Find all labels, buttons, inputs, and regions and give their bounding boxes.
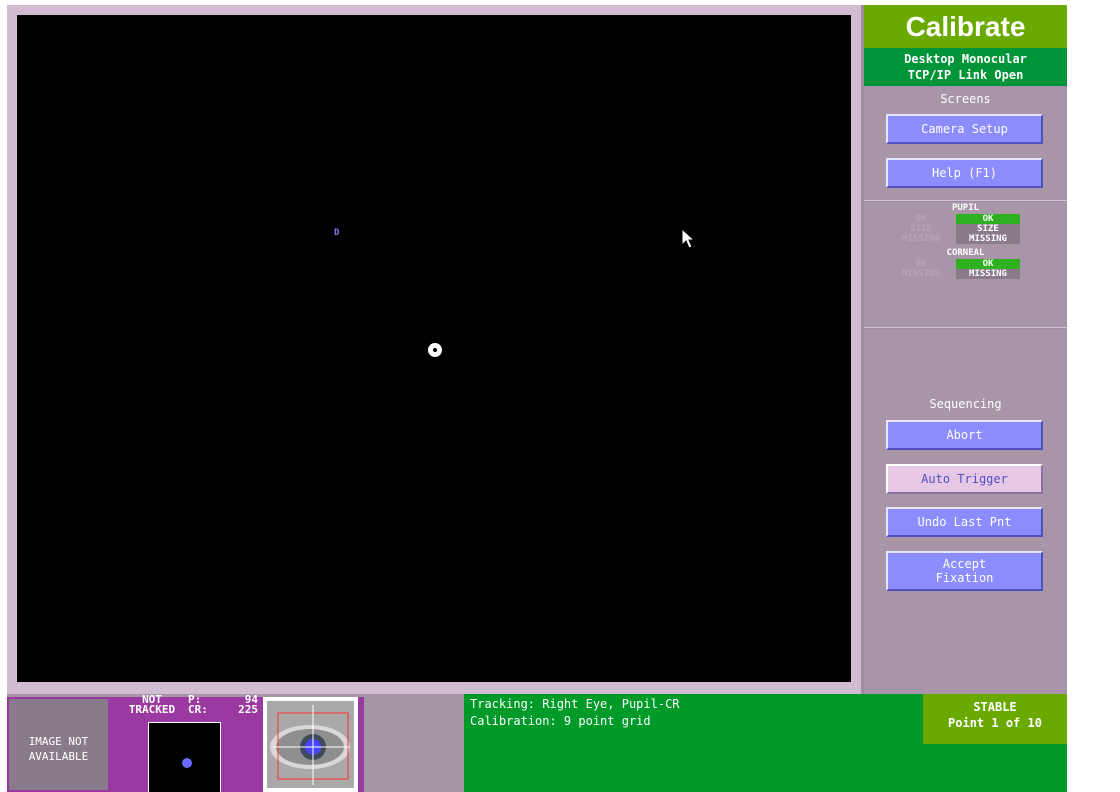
not-tracked-line-2: TRACKED: [128, 703, 176, 716]
pupil-missing-indicator: MISSING: [956, 234, 1020, 244]
corneal-ok-left: OK: [915, 259, 927, 269]
abort-button[interactable]: Abort: [886, 420, 1043, 450]
screens-section: Screens Camera Setup Help (F1): [864, 87, 1067, 201]
camera-setup-button[interactable]: Camera Setup: [886, 114, 1043, 144]
corneal-ok-indicator: OK: [956, 259, 1020, 269]
image-na-line-2: AVAILABLE: [28, 749, 89, 763]
cr-label: CR:: [188, 703, 208, 716]
gaze-marker: D: [334, 228, 340, 238]
auto-trigger-button[interactable]: Auto Trigger: [886, 464, 1043, 494]
corneal-label: CORNEAL: [946, 248, 985, 258]
pupil-status-grid: OK OK SIZE SIZE MISSING MISSING: [886, 214, 1020, 244]
not-tracked-label: NOT TRACKED: [122, 694, 182, 716]
accept-fixation-line-2: Fixation: [935, 571, 994, 585]
help-button[interactable]: Help (F1): [886, 158, 1043, 188]
mouse-cursor-icon: [681, 228, 696, 249]
point-progress: Point 1 of 10: [948, 716, 1042, 730]
sequencing-section: Sequencing Abort Auto Trigger Undo Last …: [864, 329, 1067, 694]
pupil-ok-indicator: OK: [956, 214, 1020, 224]
eye-camera-thumbnail[interactable]: [263, 697, 358, 792]
mode-title: Calibrate: [864, 5, 1067, 48]
pupil-missing-left: MISSING: [902, 234, 940, 244]
accept-fixation-button[interactable]: Accept Fixation: [886, 551, 1043, 591]
cr-value: 225: [238, 703, 258, 716]
sequencing-label: Sequencing: [929, 397, 1002, 411]
tracking-indicators: PUPIL OK OK SIZE SIZE MISSING MISSING CO…: [864, 202, 1067, 328]
stable-label: STABLE: [973, 700, 1017, 714]
image-na-line-1: IMAGE NOT: [28, 734, 89, 748]
pupil-label: PUPIL: [951, 203, 980, 213]
threshold-readout: P: 94 CR: 225: [188, 694, 258, 716]
status-line-1: Desktop Monocular: [904, 52, 1027, 66]
gaze-dot: [182, 758, 192, 768]
pupil-ok-left: OK: [915, 214, 927, 224]
screens-label: Screens: [940, 92, 991, 106]
calibration-target: [428, 343, 442, 357]
eye-image-icon: [267, 701, 354, 788]
corneal-missing-indicator: MISSING: [956, 269, 1020, 279]
corneal-status-grid: OK OK MISSING MISSING: [886, 259, 1020, 279]
pupil-size-left: SIZE: [910, 224, 932, 234]
gaze-mini-view: [148, 722, 221, 792]
pupil-size-indicator: SIZE: [956, 224, 1020, 234]
corneal-missing-left: MISSING: [902, 269, 940, 279]
undo-last-point-button[interactable]: Undo Last Pnt: [886, 507, 1043, 537]
connection-status: Desktop Monocular TCP/IP Link Open: [864, 48, 1067, 86]
image-not-available-panel: IMAGE NOT AVAILABLE: [7, 697, 108, 792]
accept-fixation-line-1: Accept: [942, 557, 987, 571]
stability-status: STABLE Point 1 of 10: [923, 694, 1067, 744]
status-line-2: TCP/IP Link Open: [907, 68, 1024, 82]
